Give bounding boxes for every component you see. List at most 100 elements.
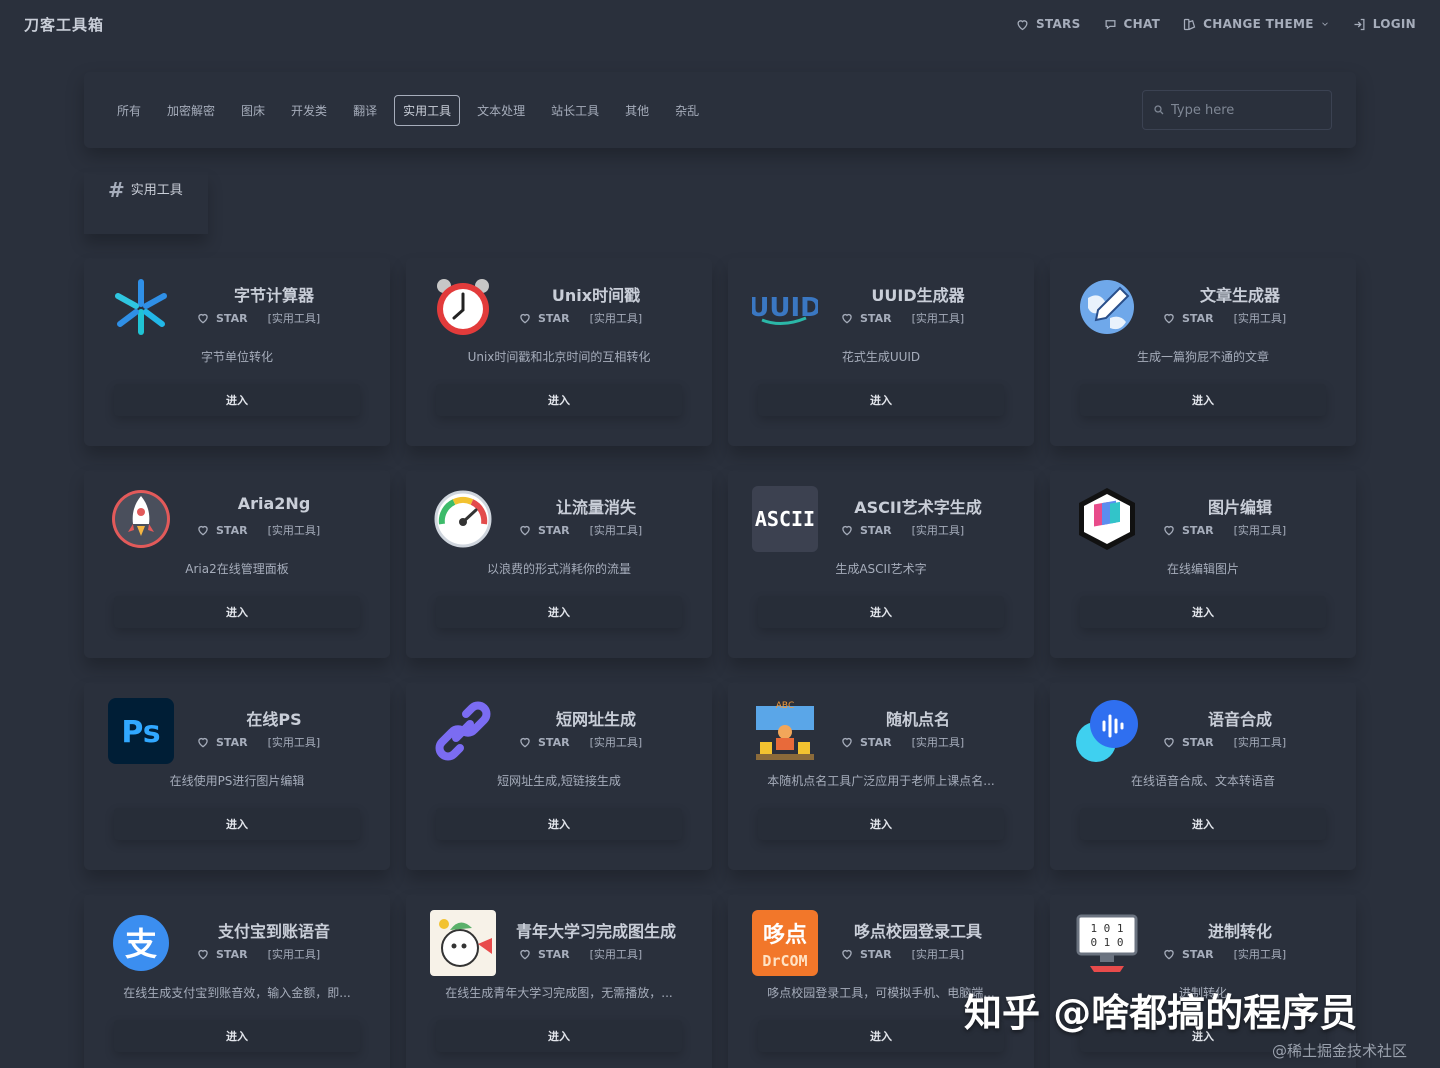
star-label: STAR xyxy=(538,947,570,961)
enter-button[interactable]: 进入 xyxy=(1080,384,1326,416)
photoshop-logo-icon[interactable]: Ps xyxy=(108,698,174,764)
alarm-clock-icon[interactable] xyxy=(430,274,496,340)
heart-icon xyxy=(842,949,852,960)
enter-button[interactable]: 进入 xyxy=(114,1020,360,1052)
category-tab[interactable]: 翻译 xyxy=(344,95,386,126)
globe-pencil-icon[interactable] xyxy=(1074,274,1140,340)
category-tab[interactable]: 其他 xyxy=(616,95,658,126)
star-button[interactable]: STAR xyxy=(840,947,892,961)
classroom-icon[interactable]: ABC xyxy=(752,698,818,764)
tool-tag: [实用工具] xyxy=(267,736,321,749)
search-box[interactable] xyxy=(1142,90,1332,130)
tool-name[interactable]: ASCII艺术字生成 xyxy=(828,494,1008,518)
juejin-watermark: @稀土掘金技术社区 xyxy=(1272,1042,1408,1060)
tool-name[interactable]: 让流量消失 xyxy=(506,494,686,518)
tool-name[interactable]: 进制转化 xyxy=(1150,918,1330,942)
tool-name[interactable]: 支付宝到账语音 xyxy=(184,918,364,942)
voice-wave-icon[interactable] xyxy=(1074,698,1140,764)
search-icon xyxy=(1154,105,1164,115)
tool-name[interactable]: Unix时间戳 xyxy=(506,282,686,306)
star-button[interactable]: STAR xyxy=(196,311,248,325)
enter-button[interactable]: 进入 xyxy=(436,384,682,416)
palette-icon xyxy=(1184,18,1196,30)
category-tab[interactable]: 站长工具 xyxy=(542,95,608,126)
login-button[interactable]: LOGIN xyxy=(1352,17,1416,32)
star-button[interactable]: STAR xyxy=(1162,947,1214,961)
heart-icon xyxy=(842,313,852,324)
star-button[interactable]: STAR xyxy=(1162,523,1214,537)
category-tab[interactable]: 开发类 xyxy=(282,95,336,126)
category-tab[interactable]: 加密解密 xyxy=(158,95,224,126)
svg-text:ABC: ABC xyxy=(776,701,794,711)
tool-name[interactable]: 哆点校园登录工具 xyxy=(828,918,1008,942)
star-label: STAR xyxy=(860,947,892,961)
tool-name[interactable]: UUID生成器 xyxy=(828,282,1008,306)
star-button[interactable]: STAR xyxy=(196,523,248,537)
speedometer-icon[interactable] xyxy=(430,486,496,552)
star-label: STAR xyxy=(860,735,892,749)
star-button[interactable]: STAR xyxy=(840,311,892,325)
tool-name[interactable]: 文章生成器 xyxy=(1150,282,1330,306)
tool-tag: [实用工具] xyxy=(589,524,643,537)
change-theme-button[interactable]: CHANGE THEME xyxy=(1182,17,1330,32)
ascii-logo-icon[interactable]: ASCII xyxy=(752,486,818,552)
category-tabs: 所有 加密解密 图床 开发类 翻译 实用工具 文本处理 站长工具 其他 杂乱 xyxy=(108,94,708,126)
star-button[interactable]: STAR xyxy=(1162,311,1214,325)
star-button[interactable]: STAR xyxy=(518,735,570,749)
cartoon-character-icon[interactable] xyxy=(430,910,496,976)
star-button[interactable]: STAR xyxy=(196,947,248,961)
enter-button[interactable]: 进入 xyxy=(758,384,1004,416)
alipay-logo-icon[interactable]: 支 xyxy=(108,910,174,976)
tool-name[interactable]: 短网址生成 xyxy=(506,706,686,730)
enter-button[interactable]: 进入 xyxy=(758,808,1004,840)
enter-button[interactable]: 进入 xyxy=(114,596,360,628)
star-label: STAR xyxy=(216,947,248,961)
login-label: LOGIN xyxy=(1372,17,1416,31)
enter-button[interactable]: 进入 xyxy=(436,1020,682,1052)
enter-button[interactable]: 进入 xyxy=(114,384,360,416)
enter-button[interactable]: 进入 xyxy=(114,808,360,840)
drcom-logo-icon[interactable]: 哆点 DrCOM xyxy=(752,910,818,976)
category-tab[interactable]: 杂乱 xyxy=(666,95,708,126)
tool-tag: [实用工具] xyxy=(267,524,321,537)
uuid-logo-icon[interactable]: UUID xyxy=(752,274,818,340)
tool-name[interactable]: 随机点名 xyxy=(828,706,1008,730)
link-icon[interactable] xyxy=(430,698,496,764)
top-navbar: 刀客工具箱 STARS CHAT CHANGE THEME LOGIN xyxy=(0,0,1440,48)
tool-name[interactable]: 字节计算器 xyxy=(184,282,364,306)
section-title: 实用工具 xyxy=(130,183,183,198)
star-label: STAR xyxy=(1182,947,1214,961)
enter-button[interactable]: 进入 xyxy=(436,596,682,628)
star-button[interactable]: STAR xyxy=(840,523,892,537)
star-button[interactable]: STAR xyxy=(1162,735,1214,749)
image-editor-logo-icon[interactable] xyxy=(1074,486,1140,552)
tool-name[interactable]: 在线PS xyxy=(184,706,364,730)
binary-monitor-icon[interactable]: 1 0 10 1 0 xyxy=(1074,910,1140,976)
asterisk-icon[interactable] xyxy=(108,274,174,340)
tool-name[interactable]: Aria2Ng xyxy=(184,494,364,513)
tool-name[interactable]: 语音合成 xyxy=(1150,706,1330,730)
rocket-icon[interactable] xyxy=(108,486,174,552)
enter-button[interactable]: 进入 xyxy=(758,596,1004,628)
tool-name[interactable]: 图片编辑 xyxy=(1150,494,1330,518)
heart-icon xyxy=(1164,525,1174,536)
search-input[interactable] xyxy=(1171,102,1321,118)
tool-description: 在线生成支付宝到账音效，输入金额，即... xyxy=(123,986,351,1000)
star-button[interactable]: STAR xyxy=(840,735,892,749)
enter-button[interactable]: 进入 xyxy=(1080,808,1326,840)
star-button[interactable]: STAR xyxy=(518,311,570,325)
star-button[interactable]: STAR xyxy=(518,947,570,961)
category-tab[interactable]: 图床 xyxy=(232,95,274,126)
stars-nav-button[interactable]: STARS xyxy=(1015,17,1081,32)
star-button[interactable]: STAR xyxy=(196,735,248,749)
tool-name[interactable]: 青年大学习完成图生成 xyxy=(506,918,686,942)
star-button[interactable]: STAR xyxy=(518,523,570,537)
enter-button[interactable]: 进入 xyxy=(436,808,682,840)
brand-title[interactable]: 刀客工具箱 xyxy=(24,14,104,35)
category-tab[interactable]: 所有 xyxy=(108,95,150,126)
tool-card: ABC 随机点名 STAR [实用工具] 本随机点名工具广泛应用于老师上课点名... 进入 xyxy=(728,682,1034,870)
category-tab[interactable]: 实用工具 xyxy=(394,94,461,126)
chat-nav-button[interactable]: CHAT xyxy=(1103,17,1161,32)
category-tab[interactable]: 文本处理 xyxy=(468,95,534,126)
enter-button[interactable]: 进入 xyxy=(1080,596,1326,628)
